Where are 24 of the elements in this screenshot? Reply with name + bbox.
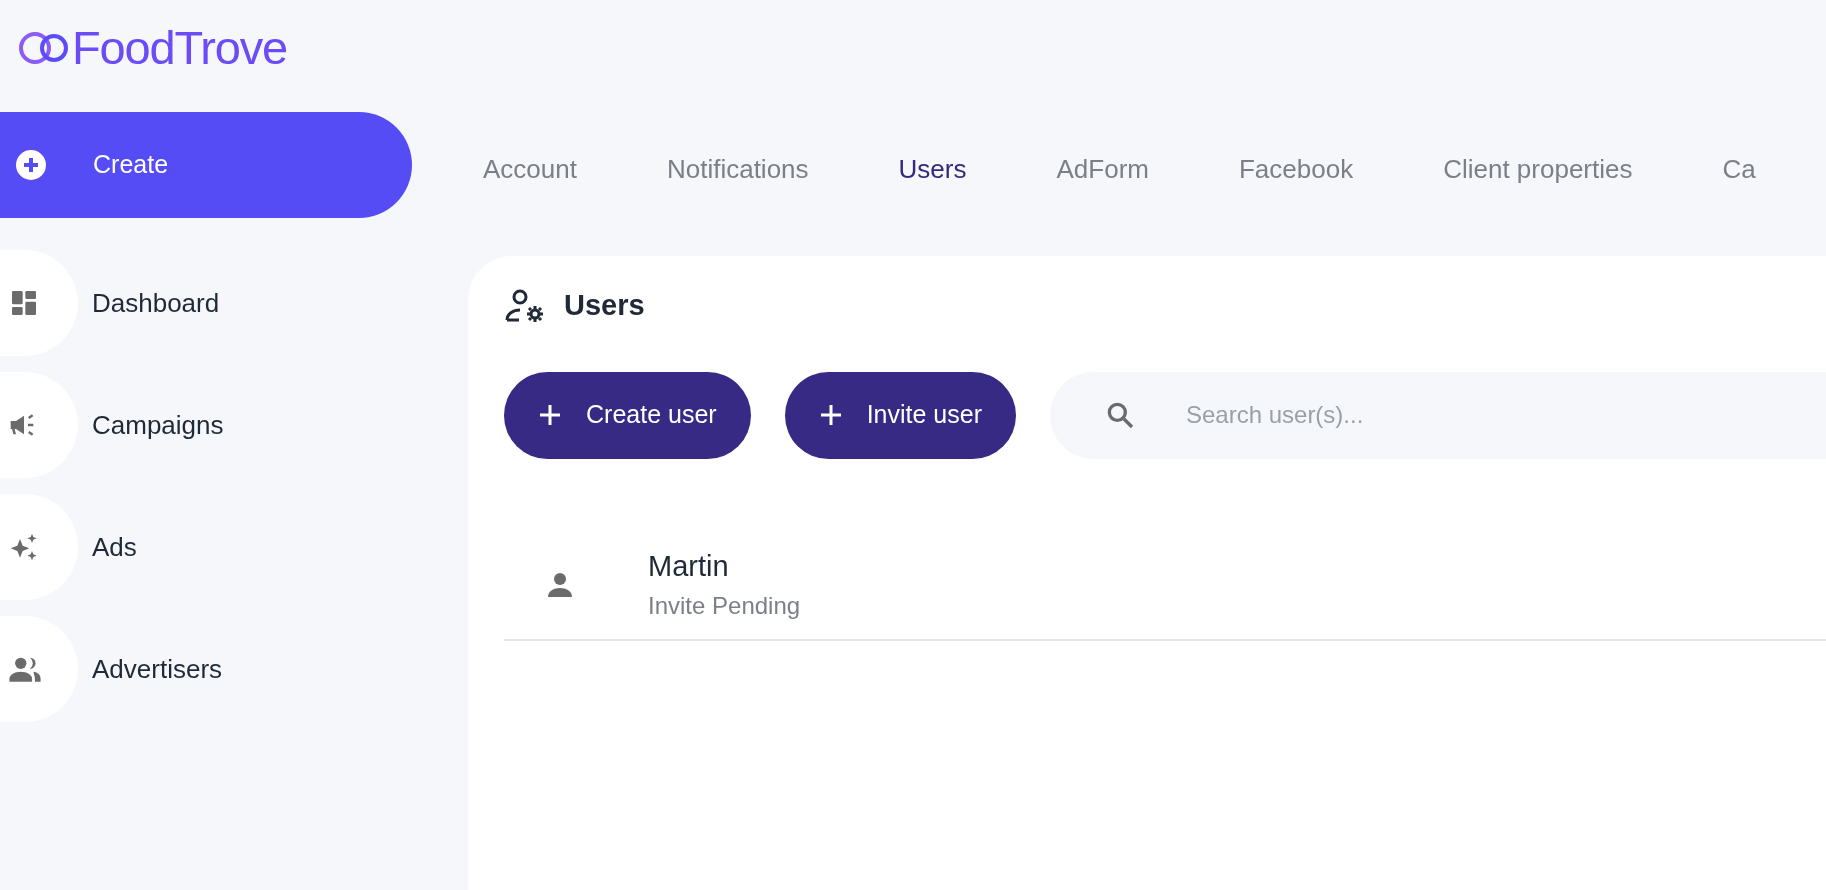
logo-text: FoodTrove [72, 24, 287, 71]
user-status: Invite Pending [648, 591, 801, 622]
search-field[interactable]: Search user(s)... [1049, 371, 1826, 459]
nav-item[interactable]: Campaigns [92, 405, 224, 445]
tab[interactable]: Notifications [666, 149, 809, 189]
user-name: Martin [648, 548, 730, 584]
plus-circle-icon [16, 150, 46, 180]
nav-item[interactable]: Dashboard [92, 283, 220, 323]
tab[interactable]: Ca [1722, 149, 1756, 189]
search-input[interactable]: Search user(s)... [1185, 397, 1826, 433]
user-settings-icon [504, 287, 546, 324]
tab[interactable]: Client properties [1443, 149, 1633, 189]
add-button[interactable]: Create user [504, 371, 751, 459]
tab[interactable]: AdForm [1056, 149, 1149, 189]
tab[interactable]: Users [898, 149, 967, 189]
add-button[interactable]: Invite user [784, 371, 1016, 459]
nav-item[interactable]: Ads [92, 527, 137, 567]
tab[interactable]: Account [483, 149, 577, 189]
create-button[interactable]: Create [0, 112, 412, 218]
tab[interactable]: Facebook [1238, 149, 1354, 189]
plus-icon [818, 403, 843, 427]
nav-item[interactable]: Advertisers [92, 649, 223, 689]
plus-icon [538, 403, 562, 427]
panel-title: Users [564, 288, 645, 323]
